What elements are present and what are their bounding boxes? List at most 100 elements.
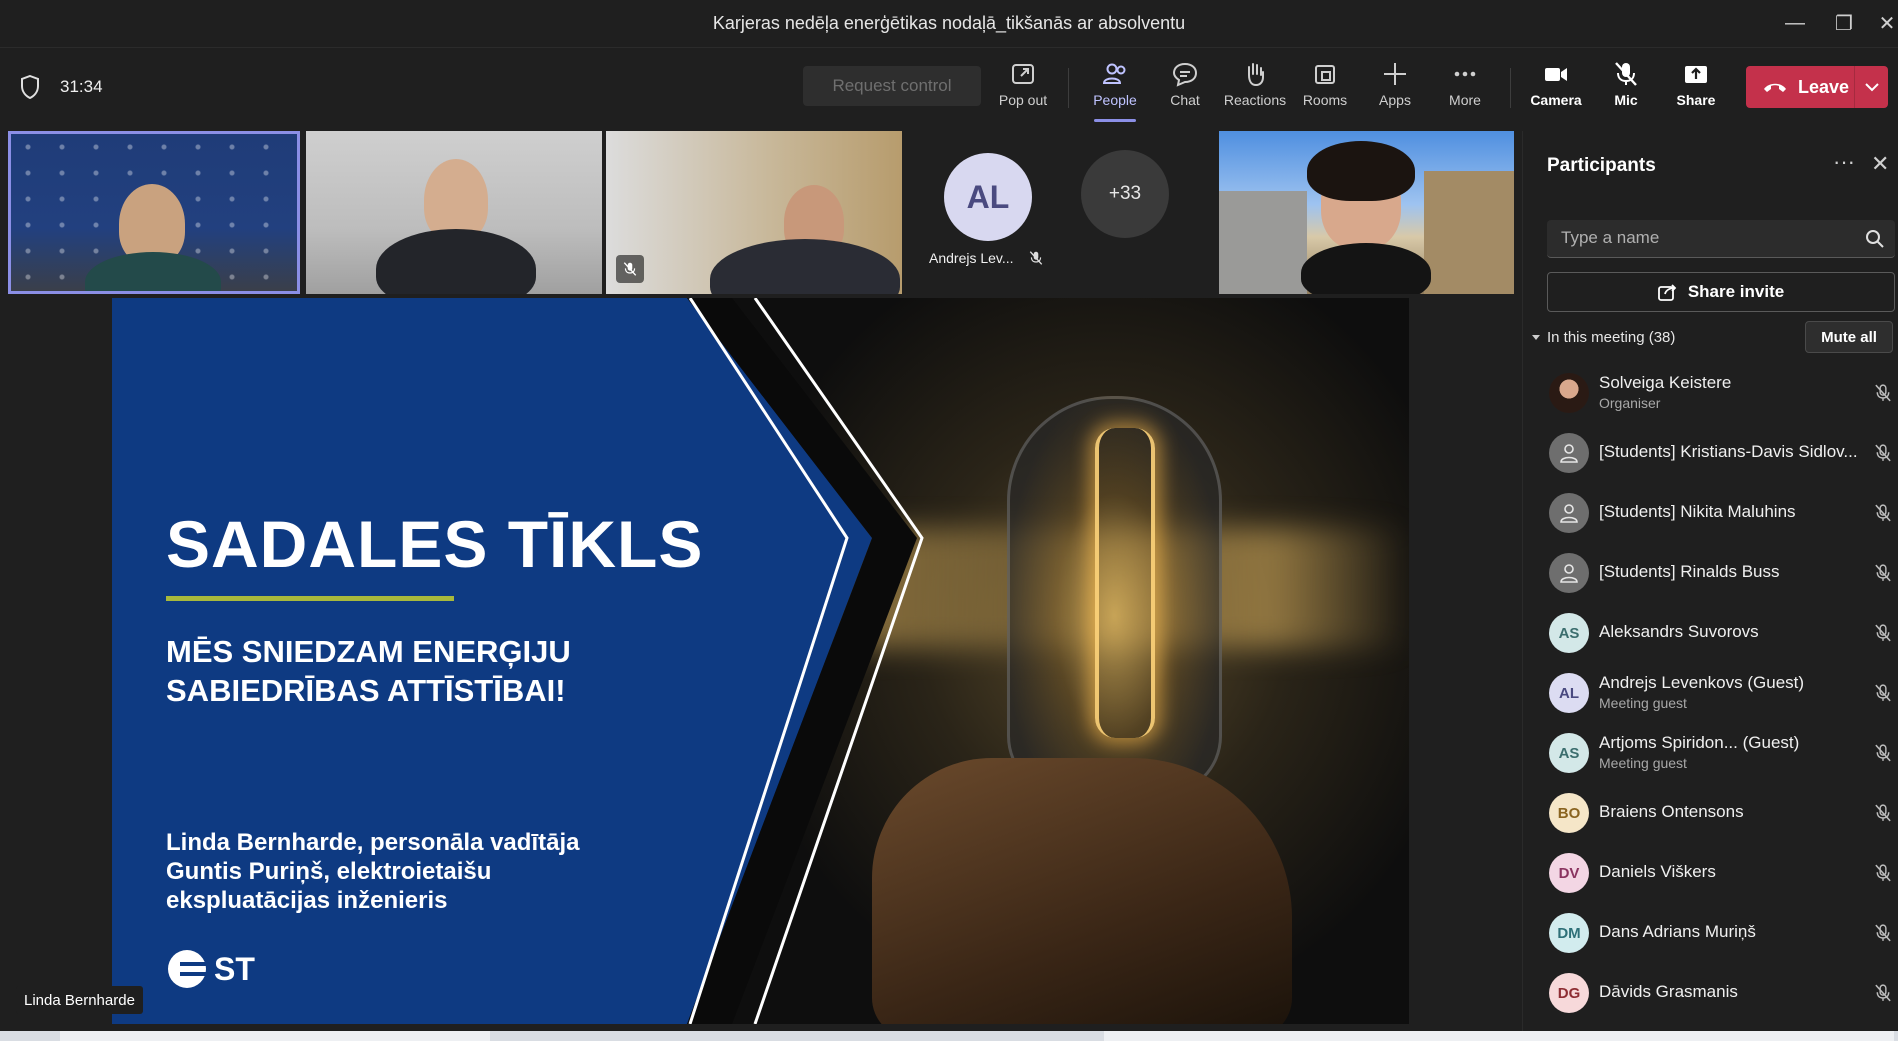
share-invite-icon xyxy=(1657,284,1677,301)
muted-indicator xyxy=(616,255,644,283)
window-title: Karjeras nedēļa enerģētikas nodaļā_tikša… xyxy=(712,13,1186,33)
participant-name: Dāvids Grasmanis xyxy=(1599,982,1738,1001)
mic-off-icon xyxy=(1873,563,1893,588)
participant-row[interactable]: [Students] Rinalds Buss xyxy=(1523,543,1898,603)
slide-presenters: Linda Bernharde, personāla vadītāja Gunt… xyxy=(166,828,646,915)
participant-list: Solveiga Keistere Organiser [Students] Kri… xyxy=(1523,363,1898,1023)
mic-off-icon xyxy=(1615,62,1637,86)
camera-icon xyxy=(1545,68,1567,81)
maximize-button[interactable]: ❐ xyxy=(1829,10,1859,36)
person-icon xyxy=(1549,493,1589,533)
st-logo-text: ST xyxy=(214,950,255,987)
more-icon xyxy=(1454,71,1476,77)
participant-initials-avatar: AS xyxy=(1549,733,1589,773)
mic-off-icon xyxy=(1873,443,1893,468)
panel-close-icon[interactable]: ✕ xyxy=(1871,151,1889,177)
participant-row[interactable]: BO Braiens Ontensons xyxy=(1523,783,1898,843)
building-background xyxy=(1219,191,1307,294)
slide-subtitle: MĒS SNIEDZAM ENERĢIJU SABIEDRĪBAS ATTĪST… xyxy=(166,634,571,708)
participant-row[interactable]: [Students] Nikita Maluhins xyxy=(1523,483,1898,543)
participant-name: Solveiga Keistere xyxy=(1599,373,1732,392)
mute-all-button[interactable]: Mute all xyxy=(1805,321,1893,353)
slide-title: SADALES TĪKLS xyxy=(166,507,704,581)
leave-options-button[interactable] xyxy=(1854,66,1888,108)
participant-search[interactable] xyxy=(1547,220,1895,258)
rooms-icon xyxy=(1315,65,1335,84)
chevron-down-icon xyxy=(1864,82,1879,91)
share-tray-icon xyxy=(1685,66,1707,83)
participant-row[interactable]: AL Andrejs Levenkovs (Guest) Meeting guest xyxy=(1523,663,1898,723)
chat-label: Chat xyxy=(1170,92,1200,108)
search-input[interactable] xyxy=(1561,228,1851,248)
mic-off-icon xyxy=(1873,503,1893,528)
hang-up-icon xyxy=(1764,83,1786,92)
in-meeting-section-toggle[interactable]: In this meeting (38) xyxy=(1531,329,1675,346)
video-tile-presenter[interactable] xyxy=(8,131,300,294)
video-tile-participant[interactable] xyxy=(306,131,602,294)
people-button[interactable]: People xyxy=(1080,60,1150,122)
participant-figure xyxy=(710,239,900,294)
participant-role: Organiser xyxy=(1599,395,1661,411)
participant-row[interactable]: [Students] Kristians-Davis Sidlov... xyxy=(1523,423,1898,483)
apps-label: Apps xyxy=(1379,92,1411,108)
more-button[interactable]: More xyxy=(1430,60,1500,118)
pop-out-button[interactable]: Pop out xyxy=(988,60,1058,118)
participant-row[interactable]: Solveiga Keistere Organiser xyxy=(1523,363,1898,423)
shared-presentation: SADALES TĪKLS MĒS SNIEDZAM ENERĢIJU SABI… xyxy=(112,298,1409,1024)
chat-icon xyxy=(1172,62,1198,87)
close-window-button[interactable]: ✕ xyxy=(1872,10,1898,36)
mic-button[interactable]: Mic xyxy=(1591,60,1661,118)
person-icon xyxy=(1549,553,1589,593)
participant-row[interactable]: DM Dans Adrians Muriņš xyxy=(1523,903,1898,963)
person-icon xyxy=(1549,433,1589,473)
mic-off-icon xyxy=(1873,743,1893,768)
participant-row[interactable]: AS Artjoms Spiridon... (Guest) Meeting gue… xyxy=(1523,723,1898,783)
participant-name: Daniels Viškers xyxy=(1599,862,1716,881)
chat-button[interactable]: Chat xyxy=(1150,60,1220,118)
meeting-timer: 31:34 xyxy=(60,77,103,96)
request-control-button[interactable]: Request control xyxy=(803,66,981,106)
pop-out-icon xyxy=(1012,64,1034,84)
participant-initials-avatar: DM xyxy=(1549,913,1589,953)
participant-photo-avatar xyxy=(1549,373,1589,413)
mic-off-icon xyxy=(1873,623,1893,648)
overflow-participants-button[interactable]: +33 xyxy=(1081,150,1169,238)
taskbar-edge xyxy=(0,1031,1898,1041)
participant-name: Artjoms Spiridon... (Guest) xyxy=(1599,733,1800,752)
participant-initials-avatar: DG xyxy=(1549,973,1589,1013)
share-button[interactable]: Share xyxy=(1661,60,1731,118)
camera-button[interactable]: Camera xyxy=(1521,60,1591,118)
participant-name: Braiens Ontensons xyxy=(1599,802,1744,821)
raise-hand-icon xyxy=(1248,63,1264,87)
video-tile-participant[interactable] xyxy=(606,131,902,294)
search-icon[interactable] xyxy=(1865,229,1885,249)
participant-avatar[interactable]: AL xyxy=(944,153,1032,241)
presenter-line: Guntis Puriņš, elektroietaišu ekspluatāc… xyxy=(166,858,492,914)
people-label: People xyxy=(1093,92,1137,108)
taskbar-segment xyxy=(1104,1031,1894,1041)
mic-off-icon xyxy=(1873,863,1893,888)
apps-button[interactable]: Apps xyxy=(1360,60,1430,118)
st-logo-icon xyxy=(168,950,206,988)
more-label: More xyxy=(1449,92,1481,108)
leave-button[interactable]: Leave xyxy=(1746,66,1888,108)
leave-main[interactable]: Leave xyxy=(1746,77,1854,98)
participant-row[interactable]: DV Daniels Viškers xyxy=(1523,843,1898,903)
participant-initials-avatar: BO xyxy=(1549,793,1589,833)
panel-more-icon[interactable]: ··· xyxy=(1833,149,1855,175)
participant-row[interactable]: DG Dāvids Grasmanis xyxy=(1523,963,1898,1023)
participant-name: [Students] Kristians-Davis Sidlov... xyxy=(1599,442,1858,461)
minimize-button[interactable]: — xyxy=(1780,10,1810,36)
people-icon xyxy=(1102,63,1126,84)
building-background xyxy=(1424,171,1514,294)
mic-off-icon xyxy=(1873,923,1893,948)
rooms-button[interactable]: Rooms xyxy=(1290,60,1360,118)
share-invite-button[interactable]: Share invite xyxy=(1547,272,1895,312)
participant-row[interactable]: AS Aleksandrs Suvorovs xyxy=(1523,603,1898,663)
leave-label: Leave xyxy=(1798,76,1850,97)
participant-role: Meeting guest xyxy=(1599,695,1687,711)
reactions-button[interactable]: Reactions xyxy=(1220,60,1290,118)
pop-out-label: Pop out xyxy=(998,92,1048,108)
participant-name: [Students] Rinalds Buss xyxy=(1599,562,1780,581)
video-tile-participant[interactable] xyxy=(1219,131,1514,294)
